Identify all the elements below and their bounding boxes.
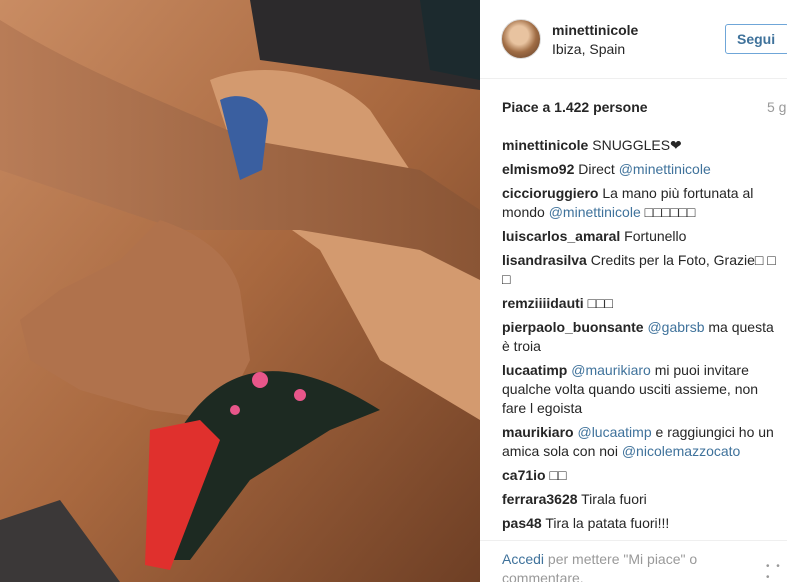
post-header: minettinicole Ibiza, Spain Segui: [480, 0, 787, 79]
post-photo-image: [0, 0, 480, 582]
comment-item: minettinicole SNUGGLES❤: [502, 136, 782, 155]
comment-item: ciccioruggiero La mano più fortunata al …: [502, 184, 782, 222]
comment-item: pierpaolo_buonsante @gabrsb ma questa è …: [502, 318, 782, 356]
comment-mention[interactable]: @minettinicole: [619, 161, 711, 177]
comment-mention[interactable]: @minettinicole: [549, 204, 641, 220]
comment-username[interactable]: ca71io: [502, 467, 546, 483]
post-footer: Accedi per mettere "Mi piace" o commenta…: [480, 540, 787, 582]
comment-mention[interactable]: @lucaatimp: [577, 424, 651, 440]
login-link[interactable]: Accedi: [502, 551, 544, 567]
post-sidebar: minettinicole Ibiza, Spain Segui Piace a…: [480, 0, 787, 582]
comment-username[interactable]: ciccioruggiero: [502, 185, 598, 201]
comment-item: lisandrasilva Credits per la Foto, Grazi…: [502, 251, 782, 289]
comment-text: Direct: [574, 161, 619, 177]
comment-mention[interactable]: @nicolemazzocato: [622, 443, 741, 459]
comment-text: □□: [545, 467, 567, 483]
follow-button[interactable]: Segui: [725, 24, 787, 54]
comment-text: □□□□□□: [640, 204, 696, 220]
comment-item: elmismo92 Direct @minettinicole: [502, 160, 782, 179]
comment-username[interactable]: ferrara3628: [502, 491, 578, 507]
comment-item: ca71io □□: [502, 466, 782, 485]
comment-mention[interactable]: @maurikiaro: [571, 362, 651, 378]
avatar[interactable]: [501, 19, 541, 59]
comment-mention[interactable]: @gabrsb: [647, 319, 704, 335]
comment-username[interactable]: lucaatimp: [502, 362, 567, 378]
comment-text: □□□: [583, 295, 613, 311]
comment-item: luiscarlos_amaral Fortunello: [502, 227, 782, 246]
likes-count[interactable]: Piace a 1.422 persone: [502, 99, 648, 115]
comment-item: ferrara3628 Tirala fuori: [502, 490, 782, 509]
comment-item: pas48 Tira la patata fuori!!!: [502, 514, 782, 533]
comment-username[interactable]: luiscarlos_amaral: [502, 228, 620, 244]
post-time[interactable]: 5 g: [767, 99, 786, 115]
comments-list: minettinicole SNUGGLES❤ elmismo92 Direct …: [502, 136, 782, 538]
comment-text: Tirala fuori: [577, 491, 647, 507]
comment-username[interactable]: minettinicole: [502, 137, 588, 153]
comment-username[interactable]: maurikiaro: [502, 424, 574, 440]
more-dots-icon[interactable]: • • •: [766, 561, 787, 582]
comment-username[interactable]: pas48: [502, 515, 542, 531]
comment-username[interactable]: remziiiidauti: [502, 295, 584, 311]
comment-item: remziiiidauti □□□: [502, 294, 782, 313]
comment-text: SNUGGLES❤: [588, 137, 682, 153]
comment-username[interactable]: lisandrasilva: [502, 252, 587, 268]
comment-item: maurikiaro @lucaatimp e raggiungici ho u…: [502, 423, 782, 461]
comment-text: Fortunello: [620, 228, 687, 244]
login-prompt: Accedi per mettere "Mi piace" o commenta…: [502, 550, 742, 582]
comment-item: lucaatimp @maurikiaro mi puoi invitare q…: [502, 361, 782, 418]
post-photo[interactable]: [0, 0, 480, 582]
post-location[interactable]: Ibiza, Spain: [552, 41, 625, 57]
post-username[interactable]: minettinicole: [552, 22, 638, 38]
comment-username[interactable]: elmismo92: [502, 161, 574, 177]
comment-username[interactable]: pierpaolo_buonsante: [502, 319, 644, 335]
comment-text: Tira la patata fuori!!!: [541, 515, 670, 531]
